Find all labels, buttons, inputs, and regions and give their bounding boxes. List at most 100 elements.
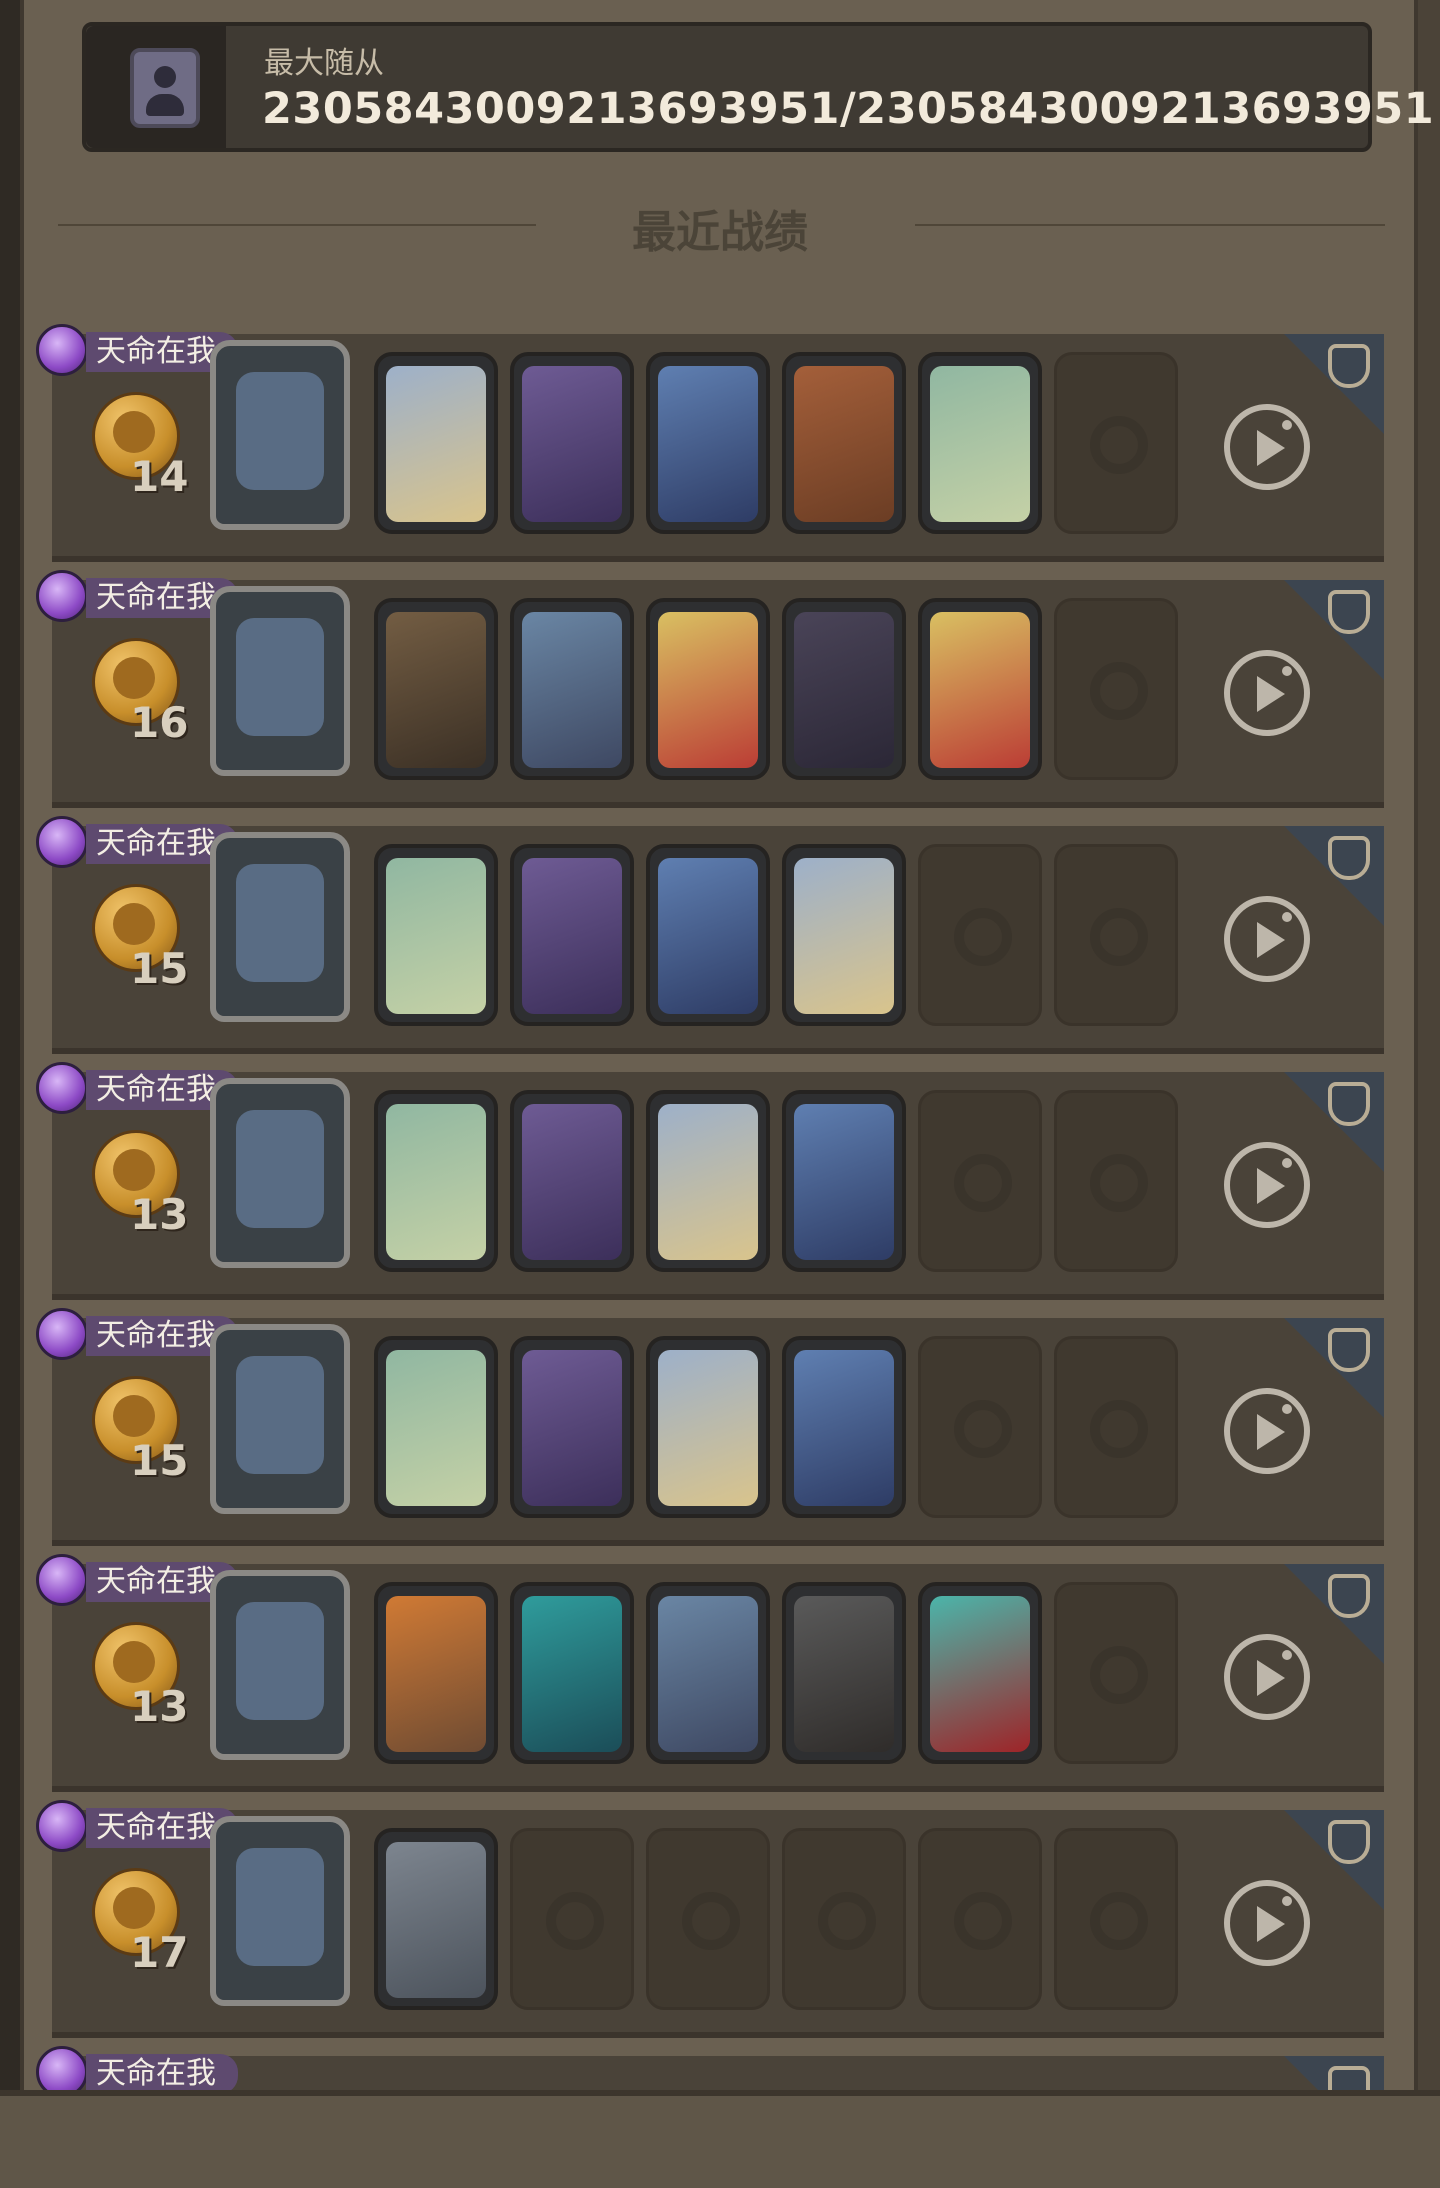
section-title: 最近战绩 (632, 207, 808, 258)
unit-art (794, 366, 894, 522)
unit-art (386, 1596, 486, 1752)
profile-icon-box (86, 26, 226, 148)
replay-button[interactable] (1224, 1880, 1310, 1966)
mage-portrait[interactable] (782, 1090, 906, 1272)
empty-slot (918, 1336, 1042, 1518)
crown-icon (36, 570, 88, 622)
record-row: 天命在我 13 (36, 1062, 1384, 1300)
pumpkins-portrait[interactable] (374, 1582, 498, 1764)
mage-portrait[interactable] (646, 844, 770, 1026)
witch-portrait[interactable] (510, 352, 634, 534)
unit-art (658, 1104, 758, 1260)
unit-slots (374, 1828, 1194, 2012)
unit-art (658, 1596, 758, 1752)
crown-icon (36, 1062, 88, 1114)
record-row: 天命在我 15 (36, 1308, 1384, 1546)
section-divider-right (915, 224, 1385, 226)
unit-art (930, 1596, 1030, 1752)
empty-slot (1054, 844, 1178, 1026)
replay-button[interactable] (1224, 896, 1310, 982)
crown-icon (36, 1308, 88, 1360)
unit-art (386, 612, 486, 768)
header-bar: 最大随从 2305843009213693951/230584300921369… (82, 22, 1434, 152)
unit-slots (374, 1336, 1194, 1520)
leader-portrait (210, 340, 350, 530)
unit-art (794, 612, 894, 768)
unit-art (522, 1596, 622, 1752)
mage-portrait[interactable] (782, 1336, 906, 1518)
left-edge (0, 0, 20, 2188)
header-value: 2305843009213693951/2305843009213693951 (262, 84, 1435, 134)
dark-elf-portrait[interactable] (510, 598, 634, 780)
replay-button[interactable] (1224, 404, 1310, 490)
replay-button[interactable] (1224, 1634, 1310, 1720)
puppet-portrait[interactable] (918, 598, 1042, 780)
shield-icon (1328, 344, 1370, 388)
unit-art (794, 1350, 894, 1506)
record-row: 天命在我 16 (36, 570, 1384, 808)
mage-portrait[interactable] (646, 352, 770, 534)
king-portrait[interactable] (646, 1336, 770, 1518)
coin-count: 15 (130, 944, 189, 993)
unit-art (522, 858, 622, 1014)
leader-portrait (210, 586, 350, 776)
witch-portrait[interactable] (510, 1336, 634, 1518)
empty-slot (918, 1828, 1042, 2010)
unit-art (794, 1596, 894, 1752)
empty-slot (918, 844, 1042, 1026)
unit-art (658, 612, 758, 768)
empty-slot (1054, 352, 1178, 534)
record-row: 天命在我 15 (36, 816, 1384, 1054)
unit-slots (374, 352, 1194, 536)
wolf-portrait[interactable] (510, 1582, 634, 1764)
archer-portrait[interactable] (782, 352, 906, 534)
unit-slots (374, 1582, 1194, 1766)
record-tag-label: 天命在我 (86, 2054, 238, 2094)
knight-portrait[interactable] (374, 1828, 498, 2010)
dark-elf-portrait[interactable] (646, 1582, 770, 1764)
empty-slot (1054, 1090, 1178, 1272)
goat-portrait[interactable] (374, 1336, 498, 1518)
replay-button[interactable] (1224, 1142, 1310, 1228)
replay-button[interactable] (1224, 650, 1310, 736)
profile-icon (130, 48, 200, 128)
witch-portrait[interactable] (510, 844, 634, 1026)
unit-art (522, 366, 622, 522)
goat-portrait[interactable] (374, 1090, 498, 1272)
unit-art (522, 1104, 622, 1260)
dragon-portrait[interactable] (782, 598, 906, 780)
panel-bottom (0, 2090, 1440, 2188)
leader-portrait (210, 1078, 350, 1268)
goat-portrait[interactable] (918, 352, 1042, 534)
empty-slot (782, 1828, 906, 2010)
shield-icon (1328, 1574, 1370, 1618)
unit-art (794, 858, 894, 1014)
leader-portrait (210, 832, 350, 1022)
header-label: 最大随从 (264, 46, 384, 81)
unit-art (386, 366, 486, 522)
coin-count: 13 (130, 1682, 189, 1731)
witch-portrait[interactable] (510, 1090, 634, 1272)
shield-icon (1328, 836, 1370, 880)
shield-icon (1328, 590, 1370, 634)
spirit-portrait[interactable] (918, 1582, 1042, 1764)
coin-count: 17 (130, 1928, 189, 1977)
crown-icon (36, 1554, 88, 1606)
hooded-rogue-portrait[interactable] (782, 1582, 906, 1764)
king-portrait[interactable] (646, 1090, 770, 1272)
unit-art (386, 1104, 486, 1260)
replay-button[interactable] (1224, 1388, 1310, 1474)
puppet-portrait[interactable] (646, 598, 770, 780)
record-row: 天命在我 14 (36, 324, 1384, 562)
unit-slots (374, 598, 1194, 782)
unit-art (658, 1350, 758, 1506)
goat-portrait[interactable] (374, 844, 498, 1026)
coin-count: 16 (130, 698, 189, 747)
hat-wizard-portrait[interactable] (374, 598, 498, 780)
king-portrait[interactable] (782, 844, 906, 1026)
unit-slots (374, 1090, 1194, 1274)
shield-icon (1328, 1820, 1370, 1864)
king-portrait[interactable] (374, 352, 498, 534)
empty-slot (510, 1828, 634, 2010)
record-row: 天命在我 17 (36, 1800, 1384, 2038)
